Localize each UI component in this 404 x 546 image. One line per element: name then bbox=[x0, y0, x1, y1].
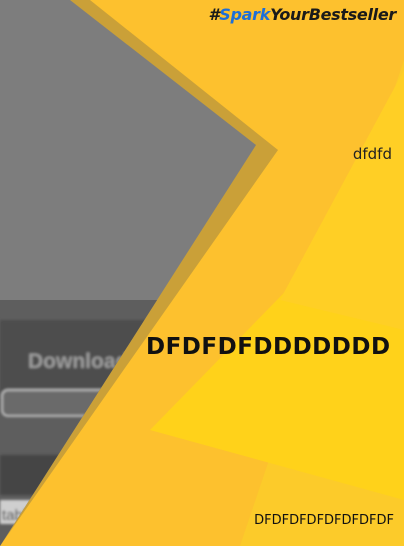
hashtag-highlight: Spark bbox=[219, 5, 271, 24]
background-artwork: Download table bbox=[0, 0, 404, 546]
footer-text: DFDFDFDFDFDFDFDF bbox=[254, 513, 394, 528]
subtitle-text: dfdfd bbox=[352, 145, 392, 163]
cover-canvas: Download table #SparkYourBestseller dfdf… bbox=[0, 0, 404, 546]
hashtag-prefix: # bbox=[208, 5, 220, 24]
hashtag-title: #SparkYourBestseller bbox=[208, 5, 396, 24]
headline-text: DFDFDFDDDDDDD bbox=[146, 334, 391, 360]
hashtag-rest: YourBestseller bbox=[270, 5, 396, 24]
